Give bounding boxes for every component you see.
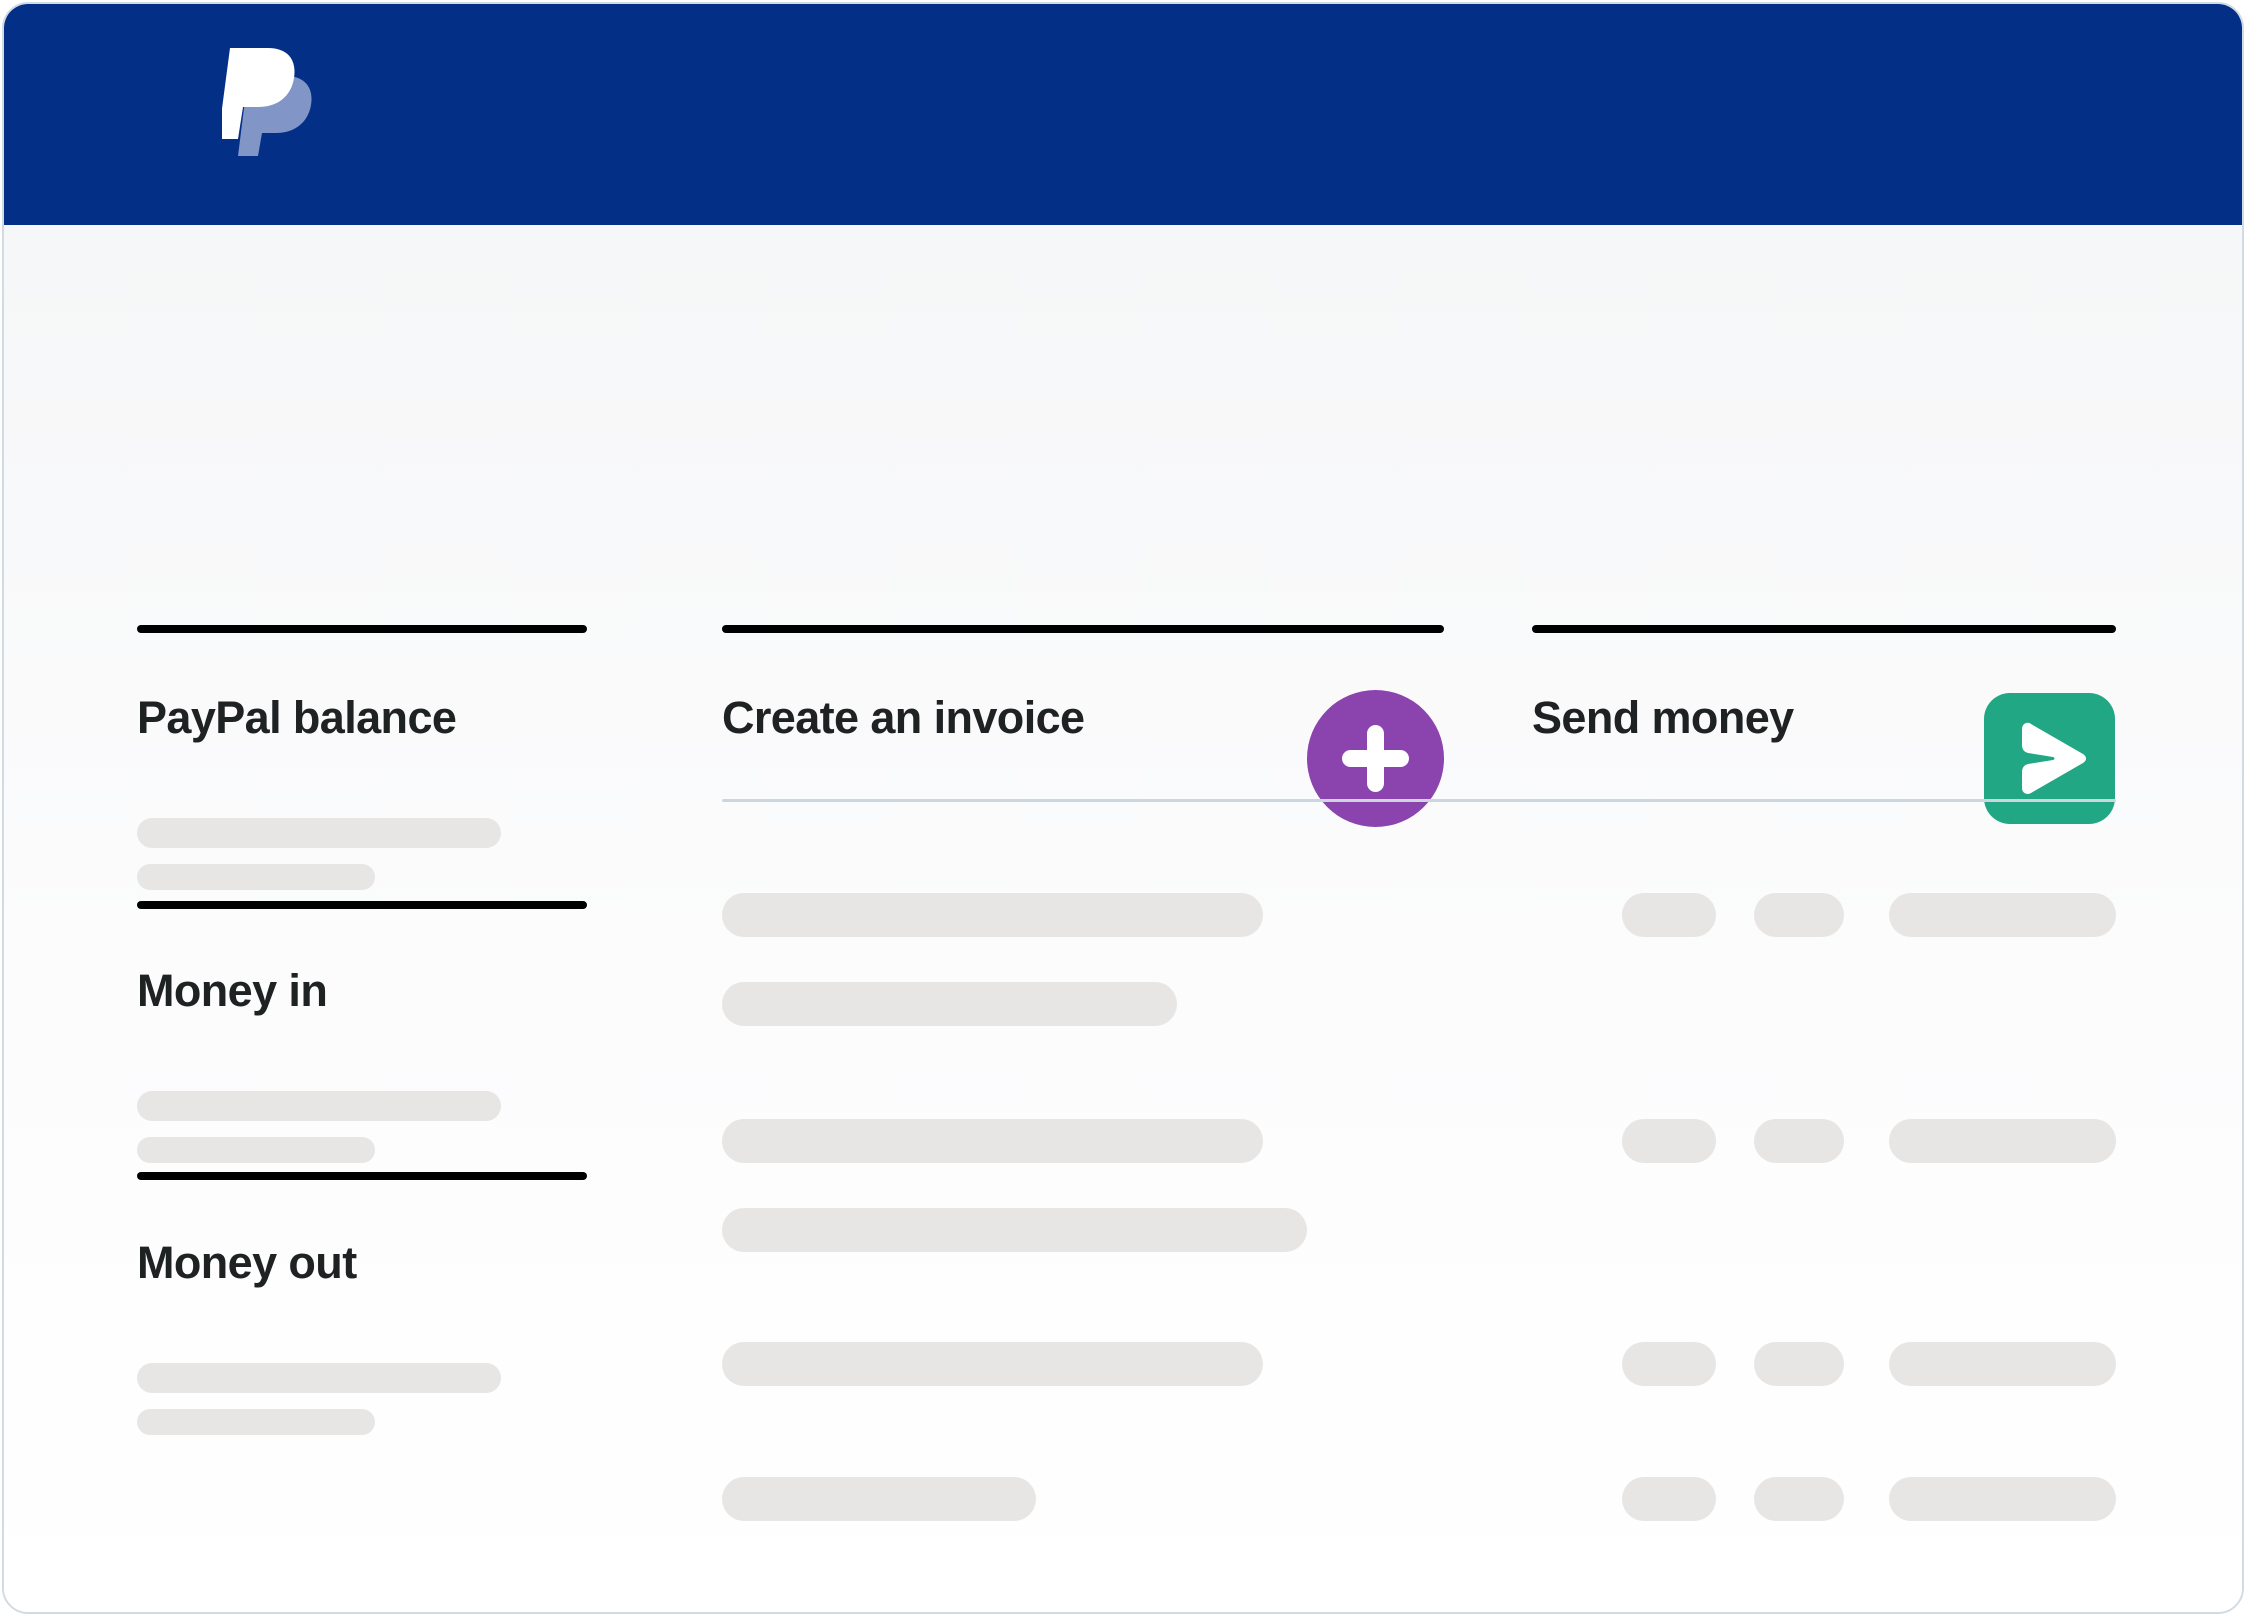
send-money-heading-rule [1532,625,2116,633]
row-meta-pill [1754,893,1844,937]
paypal-logo-icon [222,46,314,156]
row-amount-pill [1889,1342,2116,1386]
row-meta-pill [1754,1477,1844,1521]
create-invoice-button[interactable] [1307,690,1444,827]
send-money-title: Send money [1532,692,1794,743]
money-out-skeleton-line-1 [137,1363,501,1393]
row-meta-pill [1622,1342,1716,1386]
row-primary-bar [722,893,1263,937]
send-money-button[interactable] [1984,693,2115,824]
row-amount-pill [1889,893,2116,937]
create-invoice-title: Create an invoice [722,692,1085,743]
money-out-skeleton-line-2 [137,1409,375,1435]
send-arrow-icon [2022,722,2086,794]
balance-skeleton-line-1 [137,818,501,848]
money-out-title: Money out [137,1237,357,1288]
row-primary-bar [722,1477,1036,1521]
money-in-skeleton-line-2 [137,1137,375,1163]
dashboard-card: PayPal balance Create an invoice Send mo… [2,2,2244,1614]
row-meta-pill [1622,1119,1716,1163]
balance-heading-rule [137,625,587,633]
row-meta-pill [1754,1342,1844,1386]
page-title: PayPal balance [137,692,457,743]
row-secondary-bar [722,1208,1307,1252]
row-primary-bar [722,1119,1263,1163]
row-meta-pill [1622,893,1716,937]
money-out-heading-rule [137,1172,587,1180]
row-meta-pill [1754,1119,1844,1163]
money-in-heading-rule [137,901,587,909]
row-amount-pill [1889,1119,2116,1163]
balance-skeleton-line-2 [137,864,375,890]
money-in-title: Money in [137,965,328,1016]
row-secondary-bar [722,982,1177,1026]
row-amount-pill [1889,1477,2116,1521]
app-header [4,4,2242,225]
transactions-divider [722,799,2116,802]
screenshot-root: PayPal balance Create an invoice Send mo… [0,0,2248,1619]
row-meta-pill [1622,1477,1716,1521]
money-in-skeleton-line-1 [137,1091,501,1121]
row-primary-bar [722,1342,1263,1386]
invoice-heading-rule [722,625,1444,633]
dashboard-body: PayPal balance Create an invoice Send mo… [4,225,2242,1612]
plus-icon [1342,725,1409,792]
